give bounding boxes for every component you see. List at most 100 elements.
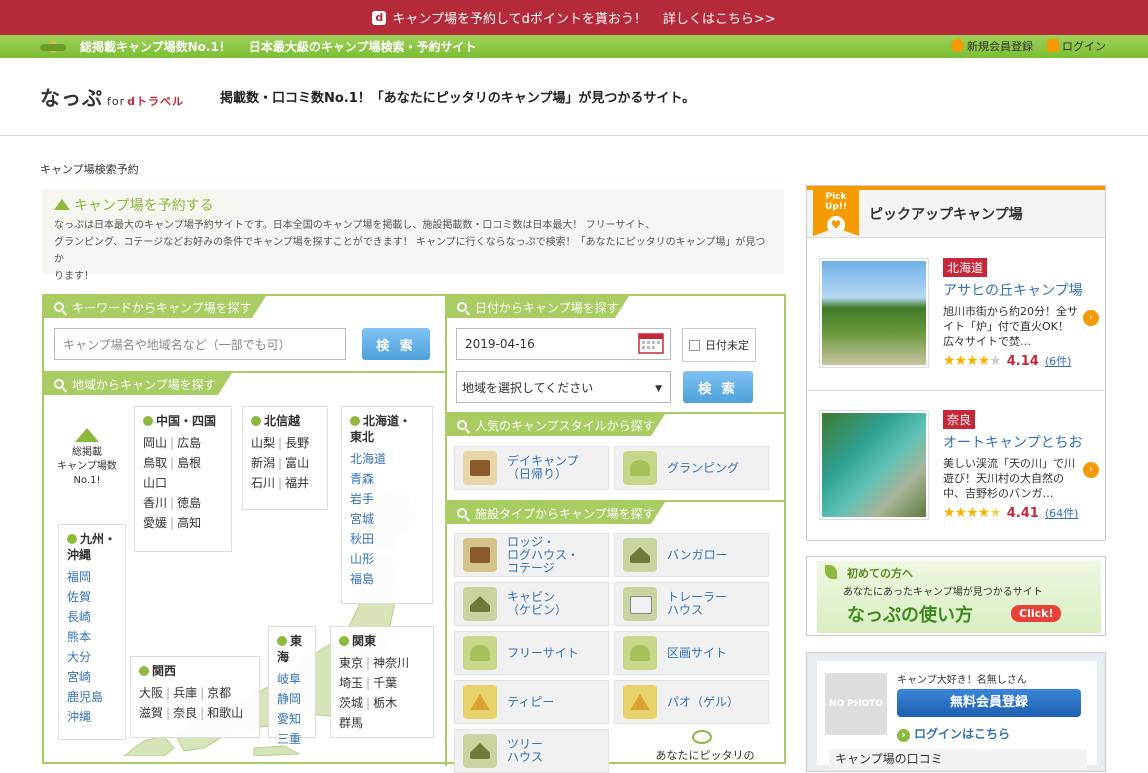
pref-link[interactable]: 宮城	[350, 509, 424, 529]
pref-link[interactable]: 長野	[285, 436, 309, 450]
pref-link[interactable]: 佐賀	[67, 587, 117, 607]
pref-link[interactable]: 愛知	[277, 709, 307, 729]
region-title[interactable]: 北信越	[251, 413, 319, 429]
pref-link[interactable]: 福井	[285, 476, 309, 490]
pref-link[interactable]: 熊本	[67, 627, 117, 647]
recommend-text[interactable]: あなたにピッタリの	[640, 747, 770, 763]
pref-link[interactable]: 青森	[350, 469, 424, 489]
login-link[interactable]: ログイン	[1047, 38, 1106, 54]
camp-photo[interactable]	[819, 410, 929, 520]
date-search-button[interactable]: 検 索	[683, 371, 753, 403]
region-title[interactable]: 関西	[139, 663, 251, 679]
pref-link[interactable]: 埼玉	[339, 676, 363, 690]
pref-link[interactable]: 千葉	[373, 676, 397, 690]
region-title[interactable]: 九州・ 沖縄	[67, 531, 117, 563]
pref-link[interactable]: 滋賀	[139, 706, 163, 720]
pref-link[interactable]: 島根	[177, 456, 201, 470]
region-title-text: 沖縄	[67, 548, 92, 562]
region-title[interactable]: 東海	[277, 633, 307, 665]
pref-link[interactable]: 神奈川	[373, 656, 409, 670]
facility-card-pao[interactable]: パオ（ゲル）	[614, 680, 769, 724]
pref-link[interactable]: 静岡	[277, 689, 307, 709]
facility-card-cabin[interactable]: キャビン （ケビン）	[454, 582, 609, 626]
pref-link[interactable]: 東京	[339, 656, 363, 670]
pref-link[interactable]: 兵庫	[173, 686, 197, 700]
beginner-leaf-icon	[825, 565, 837, 579]
pref-link[interactable]: 新潟	[251, 456, 275, 470]
pref-link[interactable]: 山梨	[251, 436, 275, 450]
member-greeting: キャンプ大好き！名無しさん	[897, 675, 1027, 686]
site-logo[interactable]: なっぷ for dトラベル	[40, 82, 184, 111]
pref-link[interactable]: 宮崎	[67, 667, 117, 687]
signup-link[interactable]: 新規会員登録	[951, 38, 1033, 54]
pickup-item[interactable]: 北海道 アサヒの丘キャンプ場 旭川市街から約20分！全サ イト「炉」付で直火OK！…	[819, 258, 1099, 376]
pref-link[interactable]: 山口	[143, 476, 167, 490]
pref-link[interactable]: 福島	[350, 569, 424, 589]
top-catch-2: 日本最大級のキャンプ場検索・予約サイト	[248, 40, 477, 54]
facility-card-free-site[interactable]: フリーサイト	[454, 631, 609, 675]
chevron-right-icon[interactable]: ›	[1083, 310, 1099, 326]
area-select[interactable]: 地域を選択してください ▼	[456, 371, 671, 403]
pref-link[interactable]: 京都	[207, 686, 231, 700]
camp-name-link[interactable]: アサヒの丘キャンプ場	[943, 280, 1083, 300]
style-card-glamping[interactable]: グランピング	[614, 446, 769, 490]
pref-link[interactable]: 奈良	[173, 706, 197, 720]
camp-name-link[interactable]: オートキャンプとちお	[943, 432, 1083, 452]
pref-link[interactable]: 岐阜	[277, 669, 307, 689]
style-card-daycamp[interactable]: デイキャンプ （日帰り）	[454, 446, 609, 490]
pref-link[interactable]: 茨城	[339, 696, 363, 710]
guide-banner[interactable]: 初めての方へ あなたにあったキャンプ場が見つかるサイト なっぷの使い方 Clic…	[806, 556, 1106, 636]
calendar-icon[interactable]	[638, 332, 664, 354]
pref-link[interactable]: 大分	[67, 647, 117, 667]
pref-link[interactable]: 福岡	[67, 567, 117, 587]
pref-link[interactable]: 北海道	[350, 449, 424, 469]
header-tagline: 掲載数・口コミ数No.1！「あなたにピッタリのキャンプ場」が見つかるサイト。	[220, 91, 696, 106]
breadcrumb: キャンプ場検索予約	[40, 163, 139, 176]
region-title[interactable]: 中国・四国	[143, 413, 223, 429]
desc-line: イト「炉」付で直火OK！	[943, 320, 1069, 333]
chevron-right-icon[interactable]: ›	[1083, 462, 1099, 478]
promo-more-link[interactable]: 詳しくはこちら>>	[663, 8, 776, 27]
desc-line: 広々サイトで焚…	[943, 335, 1031, 348]
pickup-item[interactable]: 奈良 オートキャンプとちお 美しい渓流「天の川」で川 遊び！天川村の大自然の 中、吉…	[819, 410, 1099, 528]
pref-link[interactable]: 徳島	[177, 496, 201, 510]
region-title[interactable]: 北海道・ 東北	[350, 413, 424, 445]
facility-card-trailer[interactable]: トレーラー ハウス	[614, 582, 769, 626]
pref-link[interactable]: 広島	[177, 436, 201, 450]
region-title[interactable]: 関東	[339, 633, 425, 649]
camp-photo[interactable]	[819, 258, 929, 368]
pref-link[interactable]: 富山	[285, 456, 309, 470]
pref-link[interactable]: 鹿児島	[67, 687, 117, 707]
pref-link[interactable]: 大阪	[139, 686, 163, 700]
date-undecided-checkbox[interactable]: 日付未定	[682, 328, 756, 362]
pref-link[interactable]: 和歌山	[207, 706, 243, 720]
pref-link[interactable]: 岩手	[350, 489, 424, 509]
pref-link[interactable]: 香川	[143, 496, 167, 510]
keyword-input[interactable]: キャンプ場名や地域名など（一部でも可）	[54, 328, 346, 360]
review-count-link[interactable]: (6件)	[1045, 353, 1072, 369]
pref-link[interactable]: 秋田	[350, 529, 424, 549]
review-count-link[interactable]: (64件)	[1045, 505, 1079, 521]
pref-link[interactable]: 長崎	[67, 607, 117, 627]
pref-link[interactable]: 三重	[277, 729, 307, 749]
bungalow-icon	[623, 538, 657, 572]
facility-card-lodge[interactable]: ロッジ・ ログハウス・ コテージ	[454, 533, 609, 577]
pref-link[interactable]: 高知	[177, 516, 201, 530]
register-button[interactable]: 無料会員登録	[897, 689, 1081, 717]
facility-card-tipi[interactable]: ティピー	[454, 680, 609, 724]
facility-card-bungalow[interactable]: バンガロー	[614, 533, 769, 577]
promo-banner[interactable]: d キャンプ場を予約してdポイントを貰おう！ 詳しくはこちら>>	[0, 0, 1148, 35]
pref-link[interactable]: 群馬	[339, 716, 363, 730]
pref-link[interactable]: 岡山	[143, 436, 167, 450]
pref-link[interactable]: 山形	[350, 549, 424, 569]
pref-link[interactable]: 鳥取	[143, 456, 167, 470]
keyword-search-button[interactable]: 検 索	[362, 328, 430, 360]
pref-link[interactable]: 沖縄	[67, 707, 117, 727]
pref-link[interactable]: 栃木	[373, 696, 397, 710]
pref-link[interactable]: 愛媛	[143, 516, 167, 530]
facility-card-treehouse[interactable]: ツリー ハウス	[454, 729, 609, 773]
pref-link[interactable]: 石川	[251, 476, 275, 490]
facility-card-kukaku-site[interactable]: 区画サイト	[614, 631, 769, 675]
member-login-link[interactable]: ログインはこちら	[897, 725, 1010, 742]
region-title-text: 中国・四国	[156, 414, 217, 428]
